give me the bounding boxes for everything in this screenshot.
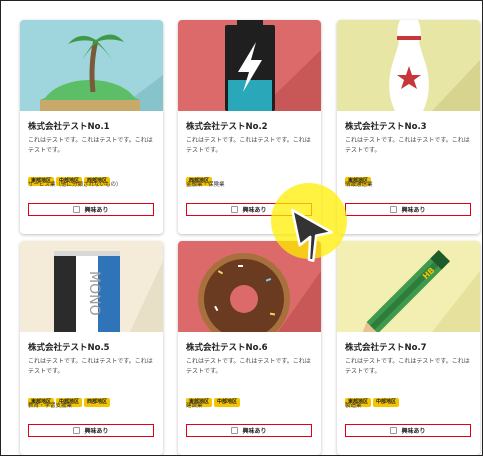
interest-button-label: 興味あり xyxy=(401,428,426,435)
company-description: これはテストです。これはテストです。これはテストです。 xyxy=(28,358,153,375)
interest-button-label: 興味あり xyxy=(242,207,267,214)
company-card-6[interactable]: 株式会社テストNo.6 これはテストです。これはテストです。これはテストです。 … xyxy=(178,241,321,455)
company-name: 株式会社テストNo.7 xyxy=(345,343,427,353)
card-image-eraser: MONO xyxy=(20,241,163,332)
interest-button[interactable]: 興味あり xyxy=(28,424,154,437)
checkbox-icon[interactable] xyxy=(390,206,398,213)
card-image-pencil: HB xyxy=(337,241,480,332)
company-name: 株式会社テストNo.2 xyxy=(186,122,268,132)
eraser-brand-text: MONO xyxy=(86,271,102,316)
company-name: 株式会社テストNo.6 xyxy=(186,343,268,353)
industry-label: 金融業・保険業 xyxy=(186,182,225,188)
region-tags: 東部地区 中部地区 xyxy=(345,388,401,407)
region-tags: 東部地区 中部地区 西部地区 xyxy=(28,167,112,186)
company-description: これはテストです。これはテストです。これはテストです。 xyxy=(186,358,311,375)
interest-button[interactable]: 興味あり xyxy=(186,203,312,216)
region-tags: 東部地区 xyxy=(345,167,373,186)
region-tags: 東部地区 中部地区 xyxy=(186,388,242,407)
region-tag: 中部地区 xyxy=(214,398,241,407)
company-description: これはテストです。これはテストです。これはテストです。 xyxy=(28,137,153,154)
company-card-2[interactable]: 株式会社テストNo.2 これはテストです。これはテストです。これはテストです。 … xyxy=(178,20,321,234)
company-card-3[interactable]: 株式会社テストNo.3 これはテストです。これはテストです。これはテストです。 … xyxy=(337,20,480,234)
checkbox-icon[interactable] xyxy=(73,206,81,213)
interest-button[interactable]: 興味あり xyxy=(345,203,471,216)
region-tag: 西部地区 xyxy=(84,398,111,407)
interest-button[interactable]: 興味あり xyxy=(28,203,154,216)
interest-button-label: 興味あり xyxy=(84,428,109,435)
company-name: 株式会社テストNo.1 xyxy=(28,122,110,132)
interest-button[interactable]: 興味あり xyxy=(345,424,471,437)
company-name: 株式会社テストNo.3 xyxy=(345,122,427,132)
company-card-7[interactable]: HB 株式会社テストNo.7 これはテストです。これはテストです。これはテストで… xyxy=(337,241,480,455)
industry-label: 情報通信業 xyxy=(345,182,373,188)
region-tags: 東部地区 中部地区 西部地区 xyxy=(28,388,112,407)
region-tag: 中部地区 xyxy=(373,398,400,407)
interest-button-label: 興味あり xyxy=(84,207,109,214)
card-image-donut xyxy=(178,241,321,332)
checkbox-icon[interactable] xyxy=(390,427,398,434)
card-image-battery xyxy=(178,20,321,111)
industry-label: 教育・学習支援業 xyxy=(28,403,73,409)
interest-button[interactable]: 興味あり xyxy=(186,424,312,437)
company-description: これはテストです。これはテストです。これはテストです。 xyxy=(345,137,470,154)
interest-button-label: 興味あり xyxy=(401,207,426,214)
company-description: これはテストです。これはテストです。これはテストです。 xyxy=(345,358,470,375)
checkbox-icon[interactable] xyxy=(73,427,81,434)
company-description: これはテストです。これはテストです。これはテストです。 xyxy=(186,137,311,154)
company-name: 株式会社テストNo.5 xyxy=(28,343,110,353)
industry-label: 建設業 xyxy=(186,403,203,409)
checkbox-icon[interactable] xyxy=(231,206,239,213)
checkbox-icon[interactable] xyxy=(231,427,239,434)
industry-label: サービス業（他に分類されないもの） xyxy=(28,182,122,188)
page-frame: 株式会社テストNo.1 これはテストです。これはテストです。これはテストです。 … xyxy=(0,0,483,456)
company-card-1[interactable]: 株式会社テストNo.1 これはテストです。これはテストです。これはテストです。 … xyxy=(20,20,163,234)
industry-label: 製造業 xyxy=(345,403,362,409)
interest-button-label: 興味あり xyxy=(242,428,267,435)
region-tags: 西部地区 xyxy=(186,167,214,186)
card-image-bowling-pin xyxy=(337,20,480,111)
company-card-5[interactable]: MONO 株式会社テストNo.5 これはテストです。これはテストです。これはテス… xyxy=(20,241,163,455)
card-image-palm-island xyxy=(20,20,163,111)
